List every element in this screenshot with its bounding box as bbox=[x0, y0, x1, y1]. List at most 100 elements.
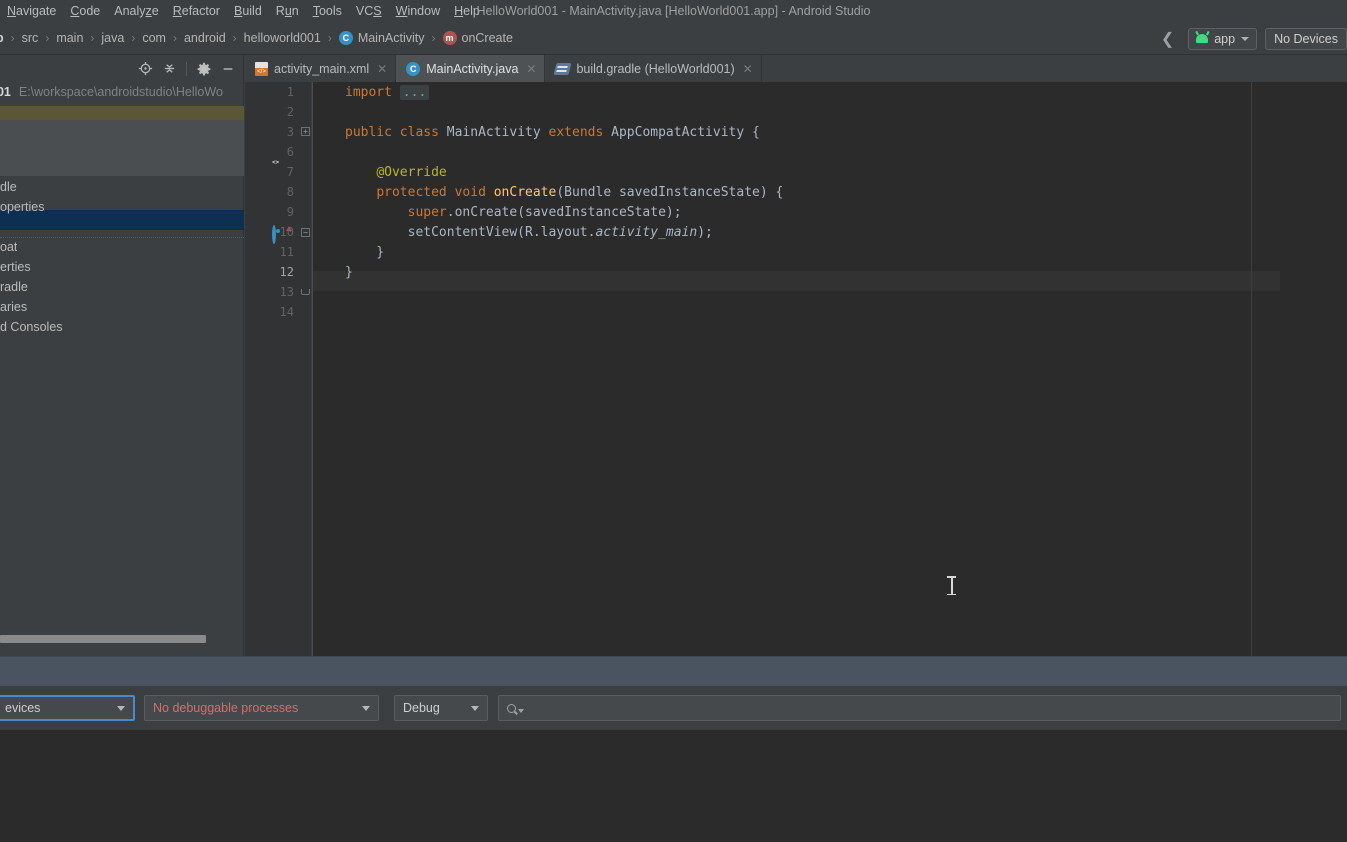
menu-item-vcs[interactable]: VCS bbox=[349, 0, 389, 22]
device-combo[interactable]: evices bbox=[0, 695, 135, 721]
tree-item-label: radle bbox=[0, 280, 28, 294]
override-arrow-icon bbox=[286, 226, 292, 231]
breadcrumb-item-com[interactable]: com bbox=[142, 31, 166, 45]
breadcrumb-item-oncreate[interactable]: m onCreate bbox=[442, 31, 513, 45]
editor-left-edge bbox=[312, 82, 313, 656]
project-panel-hscrollbar-thumb[interactable] bbox=[0, 635, 206, 643]
breadcrumb-label: onCreate bbox=[461, 31, 513, 45]
collapse-all-icon[interactable] bbox=[158, 58, 180, 80]
navigation-bar: p › src › main › java › com › android › … bbox=[0, 22, 1347, 55]
logcat-output-area bbox=[0, 730, 1347, 842]
project-tree[interactable]: 001 E:\workspace\androidstudio\HelloWo d… bbox=[0, 82, 244, 634]
tab-mainactivity-java[interactable]: C MainActivity.java ✕ bbox=[396, 55, 546, 82]
list-item[interactable]: oat bbox=[0, 237, 244, 257]
editor-gutter[interactable]: 1 2 3 6 7 8 9 10 11 12 13 14 bbox=[245, 82, 300, 656]
line-number: 3 bbox=[286, 125, 294, 139]
menu-item-window[interactable]: Window bbox=[389, 0, 447, 22]
java-class-icon: C bbox=[406, 61, 421, 76]
code-line-9: super.onCreate(savedInstanceState); bbox=[407, 205, 682, 220]
menu-item-build[interactable]: Build bbox=[227, 0, 269, 22]
fold-region-end-icon bbox=[301, 289, 310, 295]
menu-item-analyze[interactable]: Analyze bbox=[107, 0, 165, 22]
chevron-down-icon bbox=[362, 705, 370, 711]
breadcrumb-separator: › bbox=[232, 31, 237, 45]
override-method-icon[interactable] bbox=[272, 225, 276, 244]
tab-activity-main-xml[interactable]: activity_main.xml ✕ bbox=[245, 55, 397, 82]
breadcrumb-separator: › bbox=[45, 31, 50, 45]
tab-label: activity_main.xml bbox=[274, 61, 370, 76]
tree-item-label: operties bbox=[0, 200, 45, 214]
code-line-12: } bbox=[345, 265, 353, 280]
close-icon[interactable]: ✕ bbox=[743, 62, 753, 76]
breadcrumb-item-mainactivity[interactable]: C MainActivity bbox=[338, 31, 425, 45]
breadcrumb-separator: › bbox=[431, 31, 436, 45]
tree-row-project-root[interactable]: 001 E:\workspace\androidstudio\HelloWo bbox=[0, 82, 244, 102]
line-number-current: 12 bbox=[279, 265, 294, 279]
method-badge-icon: m bbox=[442, 31, 457, 45]
back-arrow-icon[interactable]: ❮ bbox=[1155, 29, 1180, 49]
list-item[interactable]: d Consoles bbox=[0, 317, 244, 337]
line-number: 7 bbox=[286, 165, 294, 179]
xml-file-icon bbox=[255, 62, 268, 76]
list-item[interactable]: radle bbox=[0, 277, 244, 297]
code-line-1: import ... bbox=[345, 85, 430, 100]
tree-item-label: erties bbox=[0, 260, 31, 274]
chevron-down-icon bbox=[471, 705, 479, 711]
toolbar-divider bbox=[186, 61, 187, 76]
chevron-down-icon bbox=[518, 709, 524, 713]
run-configuration-label: app bbox=[1214, 31, 1236, 46]
breadcrumb-separator: › bbox=[10, 31, 15, 45]
breadcrumb-item-main[interactable]: main bbox=[56, 31, 83, 45]
code-folding-strip[interactable]: + − bbox=[300, 82, 312, 656]
list-item[interactable]: operties bbox=[0, 197, 244, 217]
breadcrumb-label: MainActivity bbox=[357, 31, 425, 45]
chevron-down-icon bbox=[1241, 36, 1250, 41]
tool-window-divider[interactable] bbox=[0, 656, 1347, 686]
fold-expand-icon[interactable]: + bbox=[301, 127, 310, 136]
locate-icon[interactable] bbox=[134, 58, 156, 80]
line-number: 2 bbox=[286, 105, 294, 119]
tree-item-label: d Consoles bbox=[0, 320, 63, 334]
breadcrumb-item-java[interactable]: java bbox=[101, 31, 124, 45]
editor-tab-bar: activity_main.xml ✕ C MainActivity.java … bbox=[245, 55, 1347, 82]
device-selector[interactable]: No Devices bbox=[1265, 27, 1347, 50]
list-item[interactable]: erties bbox=[0, 257, 244, 277]
menu-item-run[interactable]: Run bbox=[269, 0, 306, 22]
tab-build-gradle[interactable]: build.gradle (HelloWorld001) ✕ bbox=[545, 55, 762, 82]
list-item[interactable]: aries bbox=[0, 297, 244, 317]
code-editor[interactable]: 1 2 3 6 7 8 9 10 11 12 13 14 + − import … bbox=[245, 82, 1347, 656]
hide-panel-icon[interactable] bbox=[217, 58, 239, 80]
menu-item-refactor[interactable]: Refactor bbox=[166, 0, 227, 22]
process-combo-value: No debuggable processes bbox=[153, 701, 299, 715]
close-icon[interactable]: ✕ bbox=[377, 62, 387, 76]
menu-item-tools[interactable]: Tools bbox=[306, 0, 349, 22]
settings-gear-icon[interactable] bbox=[193, 58, 215, 80]
fold-collapse-icon[interactable]: − bbox=[301, 228, 310, 237]
breadcrumb-item-src[interactable]: src bbox=[22, 31, 39, 45]
code-text[interactable]: import ... public class MainActivity ext… bbox=[312, 82, 1347, 656]
log-level-combo[interactable]: Debug bbox=[394, 695, 488, 721]
process-combo[interactable]: No debuggable processes bbox=[144, 695, 379, 721]
line-number: 1 bbox=[286, 85, 294, 99]
list-item[interactable]: dle bbox=[0, 177, 244, 197]
menu-item-help[interactable]: Help bbox=[447, 0, 487, 22]
device-combo-value: evices bbox=[5, 701, 41, 715]
breadcrumb-separator: › bbox=[172, 31, 177, 45]
log-level-value: Debug bbox=[403, 701, 440, 715]
project-root-path: E:\workspace\androidstudio\HelloWo bbox=[18, 85, 223, 99]
editor-area: activity_main.xml ✕ C MainActivity.java … bbox=[245, 55, 1347, 656]
menu-item-navigate[interactable]: Navigate bbox=[0, 0, 63, 22]
run-configuration-selector[interactable]: app bbox=[1188, 27, 1258, 50]
chevron-down-icon bbox=[117, 705, 125, 711]
tree-item-label: dle bbox=[0, 180, 17, 194]
gradle-file-icon bbox=[553, 62, 572, 75]
close-icon[interactable]: ✕ bbox=[526, 62, 536, 76]
breadcrumb-separator: › bbox=[327, 31, 332, 45]
navbar-right-controls: ❮ app No Devices bbox=[1155, 22, 1347, 55]
tree-item-label: aries bbox=[0, 300, 28, 314]
breadcrumb-item-helloworld001[interactable]: helloworld001 bbox=[244, 31, 321, 45]
logcat-search-field[interactable] bbox=[498, 695, 1341, 721]
breadcrumb-item-android[interactable]: android bbox=[184, 31, 226, 45]
code-line-8: protected void onCreate(Bundle savedInst… bbox=[376, 185, 784, 200]
menu-item-code[interactable]: Code bbox=[63, 0, 107, 22]
